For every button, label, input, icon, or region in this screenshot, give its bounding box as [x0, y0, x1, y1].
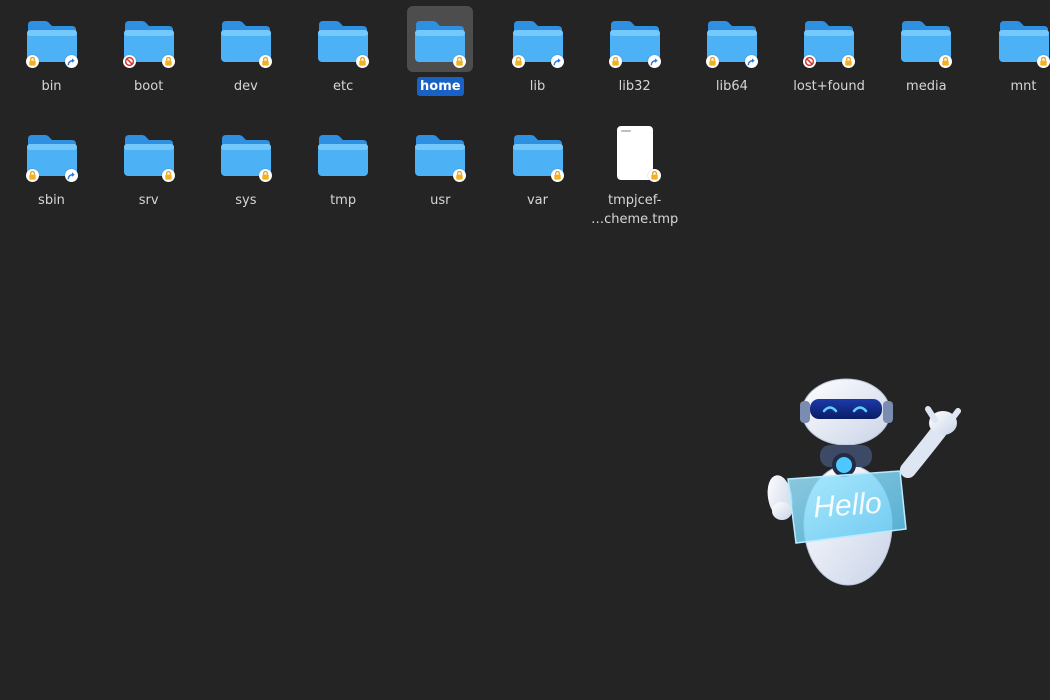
folder-item[interactable]: sbin: [3, 120, 100, 210]
folder-icon: [116, 6, 182, 72]
item-label: tmp: [330, 193, 357, 208]
item-label: etc: [332, 79, 354, 94]
item-label: lib32: [618, 79, 651, 94]
symlink-badge-icon: [647, 55, 661, 68]
lock-badge-icon: [258, 55, 272, 68]
lock-badge-icon: [647, 169, 661, 182]
item-label: bin: [41, 79, 62, 94]
lock-badge-icon: [356, 55, 370, 68]
folder-item[interactable]: lib32: [586, 6, 683, 96]
item-label: srv: [138, 193, 159, 208]
lock-badge-icon: [705, 55, 719, 68]
folder-icon: [213, 120, 279, 186]
folder-icon: [505, 120, 571, 186]
folder-icon: [116, 120, 182, 186]
item-label: home: [417, 77, 464, 96]
no-access-badge-icon: [803, 55, 817, 68]
folder-icon: [19, 6, 85, 72]
folder-icon: [213, 6, 279, 72]
folder-item[interactable]: srv: [100, 120, 197, 210]
lock-badge-icon: [939, 55, 953, 68]
folder-item[interactable]: var: [489, 120, 586, 210]
item-label: lost+found: [793, 79, 865, 94]
mascot-sign-text: Hello: [812, 487, 883, 525]
folder-icon: [893, 6, 959, 72]
folder-item[interactable]: home: [392, 6, 489, 96]
item-label: boot: [134, 79, 164, 94]
file-icon: [602, 120, 668, 186]
folder-icon: [310, 120, 376, 186]
item-label: sys: [235, 193, 257, 208]
folder-item[interactable]: tmp: [295, 120, 392, 210]
item-label-line: tmpjcef-: [608, 193, 662, 208]
symlink-badge-icon: [64, 55, 78, 68]
symlink-badge-icon: [744, 55, 758, 68]
lock-badge-icon: [608, 55, 622, 68]
folder-item[interactable]: boot: [100, 6, 197, 96]
folder-item[interactable]: media: [878, 6, 975, 96]
folder-icon: [310, 6, 376, 72]
lock-badge-icon: [453, 55, 467, 68]
folder-item[interactable]: etc: [295, 6, 392, 96]
folder-item[interactable]: mnt: [975, 6, 1050, 96]
folder-icon: [602, 6, 668, 72]
folder-item[interactable]: lib64: [683, 6, 780, 96]
item-label: var: [526, 193, 548, 208]
folder-item[interactable]: sys: [197, 120, 294, 210]
folder-icon: [699, 6, 765, 72]
folder-item[interactable]: lib: [489, 6, 586, 96]
symlink-badge-icon: [64, 169, 78, 182]
file-grid: bin boot dev etc home lib lib32 lib64 lost+found…: [3, 6, 1050, 256]
folder-icon: [407, 120, 473, 186]
robot-mascot-icon[interactable]: Hello: [760, 375, 965, 590]
folder-icon: [19, 120, 85, 186]
item-label: lib: [529, 79, 546, 94]
item-label: sbin: [38, 193, 65, 208]
no-access-badge-icon: [122, 55, 136, 68]
folder-item[interactable]: dev: [197, 6, 294, 96]
folder-icon: [796, 6, 862, 72]
lock-badge-icon: [550, 169, 564, 182]
lock-badge-icon: [25, 55, 39, 68]
lock-badge-icon: [1036, 55, 1050, 68]
lock-badge-icon: [258, 169, 272, 182]
item-label: mnt: [1010, 79, 1037, 94]
item-label: dev: [233, 79, 258, 94]
symlink-badge-icon: [550, 55, 564, 68]
lock-badge-icon: [161, 169, 175, 182]
folder-item[interactable]: lost+found: [781, 6, 878, 96]
folder-icon: [407, 6, 474, 72]
lock-badge-icon: [511, 55, 525, 68]
item-label: lib64: [715, 79, 748, 94]
folder-item[interactable]: bin: [3, 6, 100, 96]
folder-icon: [505, 6, 571, 72]
item-label: media: [906, 79, 947, 94]
item-label: usr: [430, 193, 451, 208]
item-label: tmpjcef- …cheme.tmp: [587, 191, 683, 229]
lock-badge-icon: [161, 55, 175, 68]
file-item[interactable]: tmpjcef- …cheme.tmp: [586, 120, 683, 229]
folder-icon: [991, 6, 1050, 72]
lock-badge-icon: [25, 169, 39, 182]
item-label-line: …cheme.tmp: [591, 212, 679, 227]
desktop: bin boot dev etc home lib lib32 lib64 lost+found…: [0, 0, 1050, 700]
lock-badge-icon: [842, 55, 856, 68]
lock-badge-icon: [453, 169, 467, 182]
folder-item[interactable]: usr: [392, 120, 489, 210]
